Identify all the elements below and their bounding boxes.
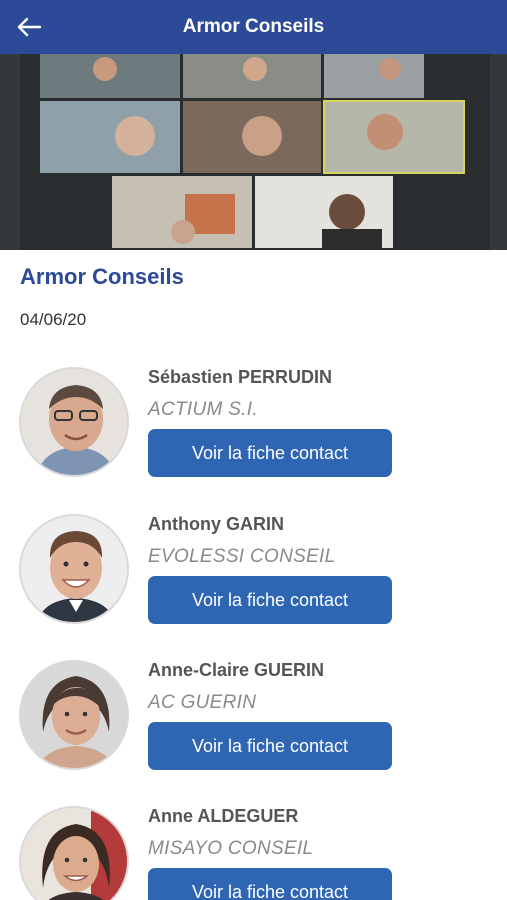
contact-name: Anne-Claire GUERIN <box>148 660 325 680</box>
contact-company: ACTIUM S.I. <box>148 399 258 420</box>
contact-name: Anthony GARIN <box>148 514 284 534</box>
avatar <box>19 806 129 900</box>
view-contact-button[interactable]: Voir la fiche contact <box>148 722 392 770</box>
avatar <box>19 660 129 770</box>
contact-company: MISAYO CONSEIL <box>148 838 314 859</box>
header-title: Armor Conseils <box>182 16 325 37</box>
contact-company: EVOLESSI CONSEIL <box>148 546 336 567</box>
arrow-left-icon <box>17 17 42 37</box>
contact-company: AC GUERIN <box>148 692 257 713</box>
view-contact-button[interactable]: Voir la fiche contact <box>148 868 392 900</box>
contact-card: Anne ALDEGUER MISAYO CONSEIL Voir la fic… <box>0 806 507 900</box>
event-date: 04/06/20 <box>20 310 87 329</box>
event-photo <box>0 54 507 250</box>
contact-name: Anne ALDEGUER <box>148 806 299 826</box>
contact-card: Anne-Claire GUERIN AC GUERIN Voir la fic… <box>0 660 507 790</box>
contact-name: Sébastien PERRUDIN <box>148 367 333 387</box>
avatar <box>19 367 129 477</box>
app-header: Armor Conseils <box>0 0 507 54</box>
back-button[interactable] <box>14 12 44 42</box>
view-contact-button[interactable]: Voir la fiche contact <box>148 429 392 477</box>
event-title: Armor Conseils <box>20 264 184 289</box>
avatar <box>19 514 129 624</box>
contact-card: Anthony GARIN EVOLESSI CONSEIL Voir la f… <box>0 514 507 644</box>
contact-card: Sébastien PERRUDIN ACTIUM S.I. Voir la f… <box>0 367 507 497</box>
view-contact-button[interactable]: Voir la fiche contact <box>148 576 392 624</box>
